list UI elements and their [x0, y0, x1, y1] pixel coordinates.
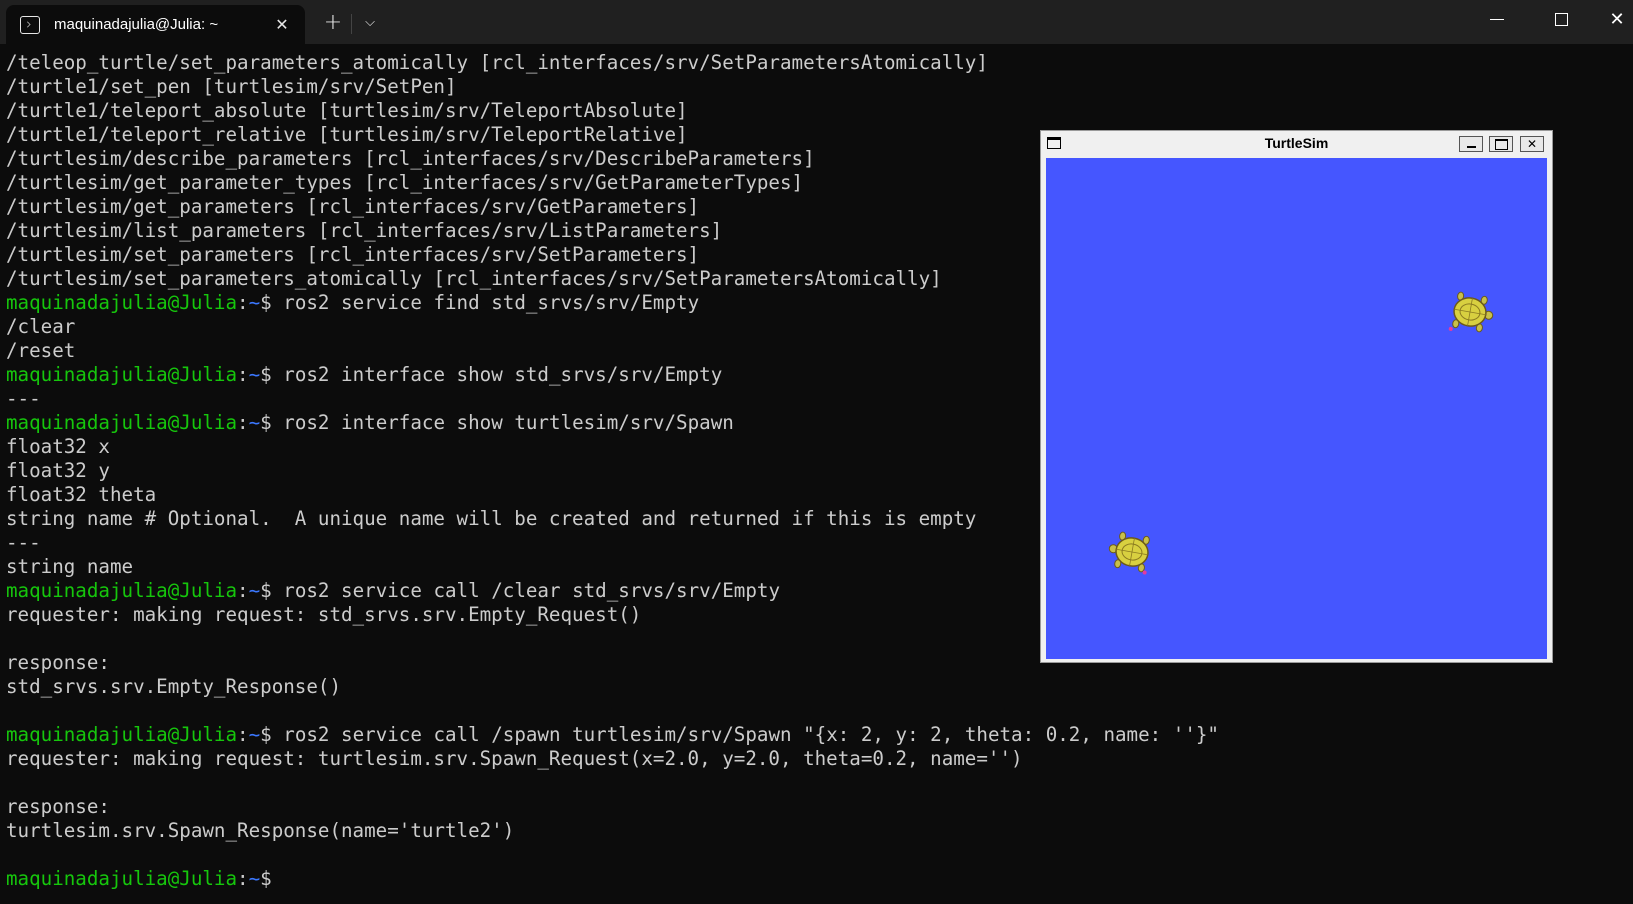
turtle-icon — [1448, 291, 1494, 333]
prompt-line: maquinadajulia@Julia:~$ ros2 service cal… — [6, 723, 1219, 746]
output-line: std_srvs.srv.Empty_Response() — [6, 675, 342, 698]
turtlesim-title-bar[interactable]: TurtleSim ✕ — [1041, 131, 1552, 157]
turtlesim-close-button[interactable]: ✕ — [1520, 136, 1544, 152]
prompt-user: maquinadajulia@Julia — [6, 291, 238, 314]
output-line: /turtle1/set_pen [turtlesim/srv/SetPen] — [6, 75, 457, 98]
turtle-icon — [1108, 531, 1150, 575]
maximize-button[interactable] — [1537, 0, 1585, 38]
minimize-button[interactable] — [1473, 0, 1521, 38]
tab-title: maquinadajulia@Julia: ~ — [54, 16, 219, 33]
output-line: /turtle1/teleport_absolute [turtlesim/sr… — [6, 99, 688, 122]
profile-dropdown-button[interactable]: ⌵ — [353, 5, 387, 39]
turtlesim-window[interactable]: TurtleSim ✕ — [1040, 130, 1553, 663]
output-line: response: — [6, 795, 110, 818]
output-line: requester: making request: turtlesim.srv… — [6, 747, 1023, 770]
output-line: /teleop_turtle/set_parameters_atomically… — [6, 51, 988, 74]
prompt-path: ~ — [248, 867, 261, 890]
minimize-icon — [1466, 146, 1476, 148]
close-window-button[interactable]: ✕ — [1593, 0, 1633, 38]
title-bar: maquinadajulia@Julia: ~ ✕ + ⌵ ✕ — [0, 0, 1633, 44]
terminal-tab[interactable]: maquinadajulia@Julia: ~ ✕ — [6, 5, 305, 44]
prompt-user: maquinadajulia@Julia — [6, 411, 238, 434]
minimize-icon — [1490, 18, 1504, 20]
prompt-path: ~ — [248, 723, 261, 746]
output-line: turtlesim.srv.Spawn_Response(name='turtl… — [6, 819, 515, 842]
new-tab-button[interactable]: + — [316, 5, 350, 39]
maximize-icon — [1494, 138, 1508, 150]
divider — [351, 14, 352, 34]
turtlesim-maximize-button[interactable] — [1489, 136, 1513, 152]
prompt-path: ~ — [248, 579, 261, 602]
maximize-icon — [1554, 12, 1568, 26]
prompt-path: ~ — [248, 291, 261, 314]
prompt-line: maquinadajulia@Julia:~$ — [6, 867, 272, 890]
turtlesim-canvas — [1046, 158, 1547, 659]
prompt-user: maquinadajulia@Julia — [6, 363, 238, 386]
close-tab-button[interactable]: ✕ — [265, 8, 299, 42]
terminal-icon — [20, 15, 40, 34]
prompt-user: maquinadajulia@Julia — [6, 867, 238, 890]
prompt-path: ~ — [248, 363, 261, 386]
prompt-path: ~ — [248, 411, 261, 434]
prompt-user: maquinadajulia@Julia — [6, 723, 238, 746]
prompt-user: maquinadajulia@Julia — [6, 579, 238, 602]
turtlesim-minimize-button[interactable] — [1459, 136, 1483, 152]
